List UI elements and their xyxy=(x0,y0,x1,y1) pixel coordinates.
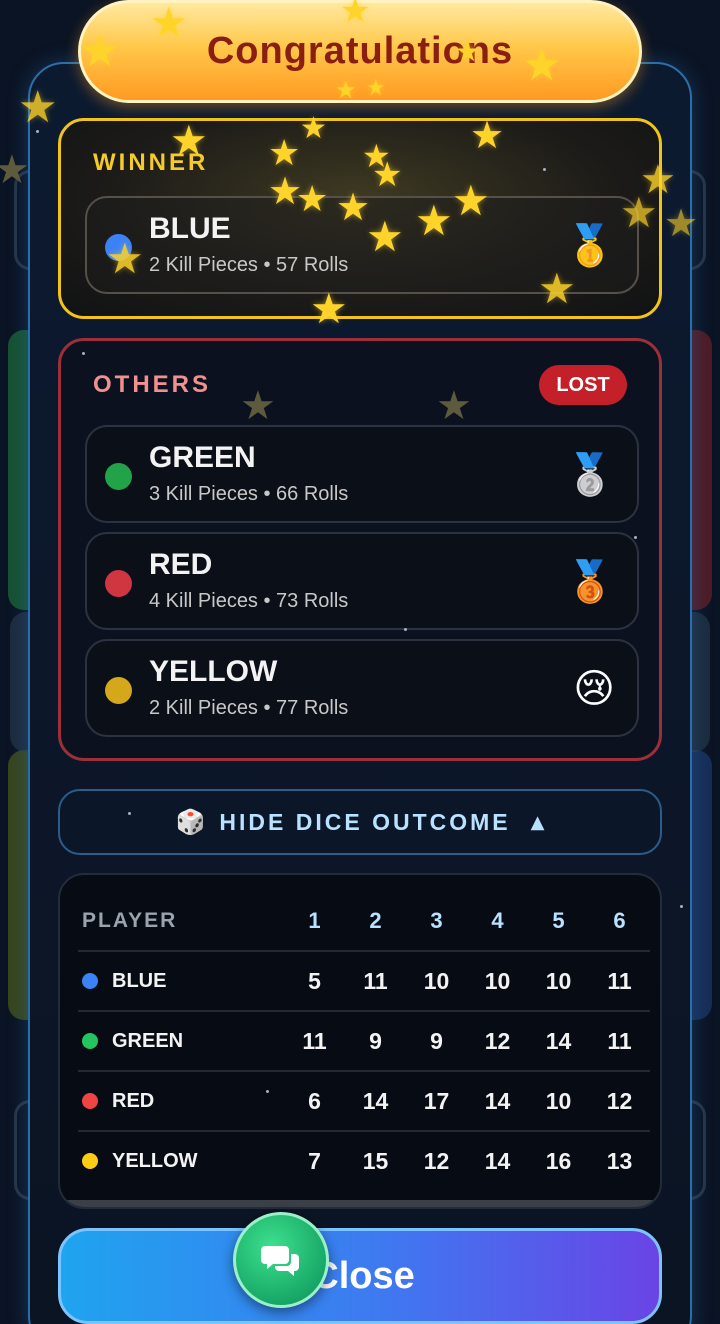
player-color-dot xyxy=(82,972,98,989)
player-color-dot xyxy=(105,234,132,261)
table-cell: 9 xyxy=(406,1011,467,1072)
column-header: 4 xyxy=(467,891,528,952)
others-heading: OTHERS xyxy=(93,371,212,398)
chat-bubbles-icon xyxy=(261,1246,299,1276)
player-cell: BLUE xyxy=(78,951,284,1012)
player-label: BLUE xyxy=(112,969,167,992)
player-color-dot xyxy=(105,463,132,490)
table-cell: 11 xyxy=(284,1011,345,1072)
banner-title: Congratulations xyxy=(206,30,514,72)
player-color-dot xyxy=(105,677,132,704)
table-cell: 6 xyxy=(284,1071,345,1132)
table-cell: 12 xyxy=(589,1071,650,1132)
player-cell: GREEN xyxy=(78,1011,284,1072)
player-stats: 4 Kill Pieces • 73 Rolls xyxy=(149,590,349,612)
toggle-label: HIDE DICE OUTCOME xyxy=(219,808,511,835)
player-color-dot xyxy=(105,570,132,597)
table-cell: 7 xyxy=(308,1148,321,1174)
gold-medal-icon: 🥇 xyxy=(565,223,615,269)
table-cell: 11 xyxy=(589,1011,650,1072)
table-cell: 11 xyxy=(589,951,650,1012)
winner-card: BLUE 2 Kill Pieces • 57 Rolls 🥇 xyxy=(85,196,639,294)
table-cell: 11 xyxy=(345,951,406,1012)
player-card: RED 4 Kill Pieces • 73 Rolls 🥉 xyxy=(85,532,639,630)
table-row: RED 6 14 17 14 10 12 xyxy=(78,1071,650,1132)
player-stats: 2 Kill Pieces • 57 Rolls xyxy=(149,254,349,276)
table-cell: 13 xyxy=(606,1148,633,1174)
crying-face-icon: 😢 xyxy=(573,666,615,712)
table-cell: 10 xyxy=(467,951,528,1012)
player-label: YELLOW xyxy=(112,1150,198,1172)
table-cell: 14 xyxy=(467,1071,528,1132)
table-row: GREEN 11 9 9 12 14 11 xyxy=(78,1011,650,1072)
table-cell: 14 xyxy=(528,1011,589,1072)
player-name: BLUE xyxy=(149,212,231,245)
others-section: OTHERS LOST GREEN 3 Kill Pieces • 66 Rol… xyxy=(58,338,662,761)
table-cell: 9 xyxy=(345,1011,406,1072)
player-color-dot xyxy=(82,1032,98,1049)
player-cell: YELLOW xyxy=(78,1131,284,1191)
table-cell: 10 xyxy=(528,1071,589,1132)
table-cell: 5 xyxy=(284,951,345,1012)
chevron-up-icon: ▲ xyxy=(530,811,545,833)
table-cell: 12 xyxy=(423,1148,450,1174)
table-cell: 14 xyxy=(484,1148,511,1174)
player-cell: RED xyxy=(78,1071,284,1132)
table-cell: 14 xyxy=(345,1071,406,1132)
dice-outcome-table[interactable]: PLAYER 1 2 3 4 5 6 BLUE 5 11 10 10 10 11… xyxy=(58,873,662,1209)
player-color-dot xyxy=(82,1092,98,1109)
column-header-player: PLAYER xyxy=(78,891,284,952)
table-row: YELLOW 7 15 12 14 16 13 xyxy=(78,1131,650,1191)
lost-badge: LOST xyxy=(539,365,627,405)
player-color-dot xyxy=(82,1153,98,1169)
table-cell: 16 xyxy=(545,1148,572,1174)
player-card: YELLOW 2 Kill Pieces • 77 Rolls 😢 xyxy=(85,639,639,737)
winner-section: WINNER BLUE 2 Kill Pieces • 57 Rolls 🥇 xyxy=(58,118,662,319)
player-label: RED xyxy=(112,1089,155,1112)
player-name: YELLOW xyxy=(149,655,278,688)
table-cell: 15 xyxy=(362,1148,389,1174)
column-header: 1 xyxy=(284,891,345,952)
silver-medal-icon: 🥈 xyxy=(565,452,615,498)
column-header: 3 xyxy=(406,891,467,952)
player-name: RED xyxy=(149,548,213,581)
bronze-medal-icon: 🥉 xyxy=(565,559,615,605)
congratulations-banner: Congratulations xyxy=(78,0,642,103)
column-header: 6 xyxy=(589,891,650,952)
close-button[interactable]: Close xyxy=(58,1228,662,1324)
table-cell: 12 xyxy=(467,1011,528,1072)
table-cell: 17 xyxy=(406,1071,467,1132)
table-header-row: PLAYER 1 2 3 4 5 6 xyxy=(78,891,650,952)
table-cell: 10 xyxy=(406,951,467,1012)
player-stats: 2 Kill Pieces • 77 Rolls xyxy=(149,697,349,719)
dice-icon: 🎲 xyxy=(175,808,206,836)
chat-button[interactable] xyxy=(233,1212,329,1308)
player-name: GREEN xyxy=(149,441,256,474)
winner-heading: WINNER xyxy=(93,149,209,176)
horizontal-scrollbar[interactable] xyxy=(60,1200,658,1207)
table-cell: 10 xyxy=(528,951,589,1012)
table-row: BLUE 5 11 10 10 10 11 xyxy=(78,951,650,1012)
hide-dice-outcome-button[interactable]: 🎲 HIDE DICE OUTCOME ▲ xyxy=(58,789,662,855)
player-card: GREEN 3 Kill Pieces • 66 Rolls 🥈 xyxy=(85,425,639,523)
column-header: 5 xyxy=(528,891,589,952)
player-label: GREEN xyxy=(112,1029,184,1052)
column-header: 2 xyxy=(345,891,406,952)
player-stats: 3 Kill Pieces • 66 Rolls xyxy=(149,483,349,505)
